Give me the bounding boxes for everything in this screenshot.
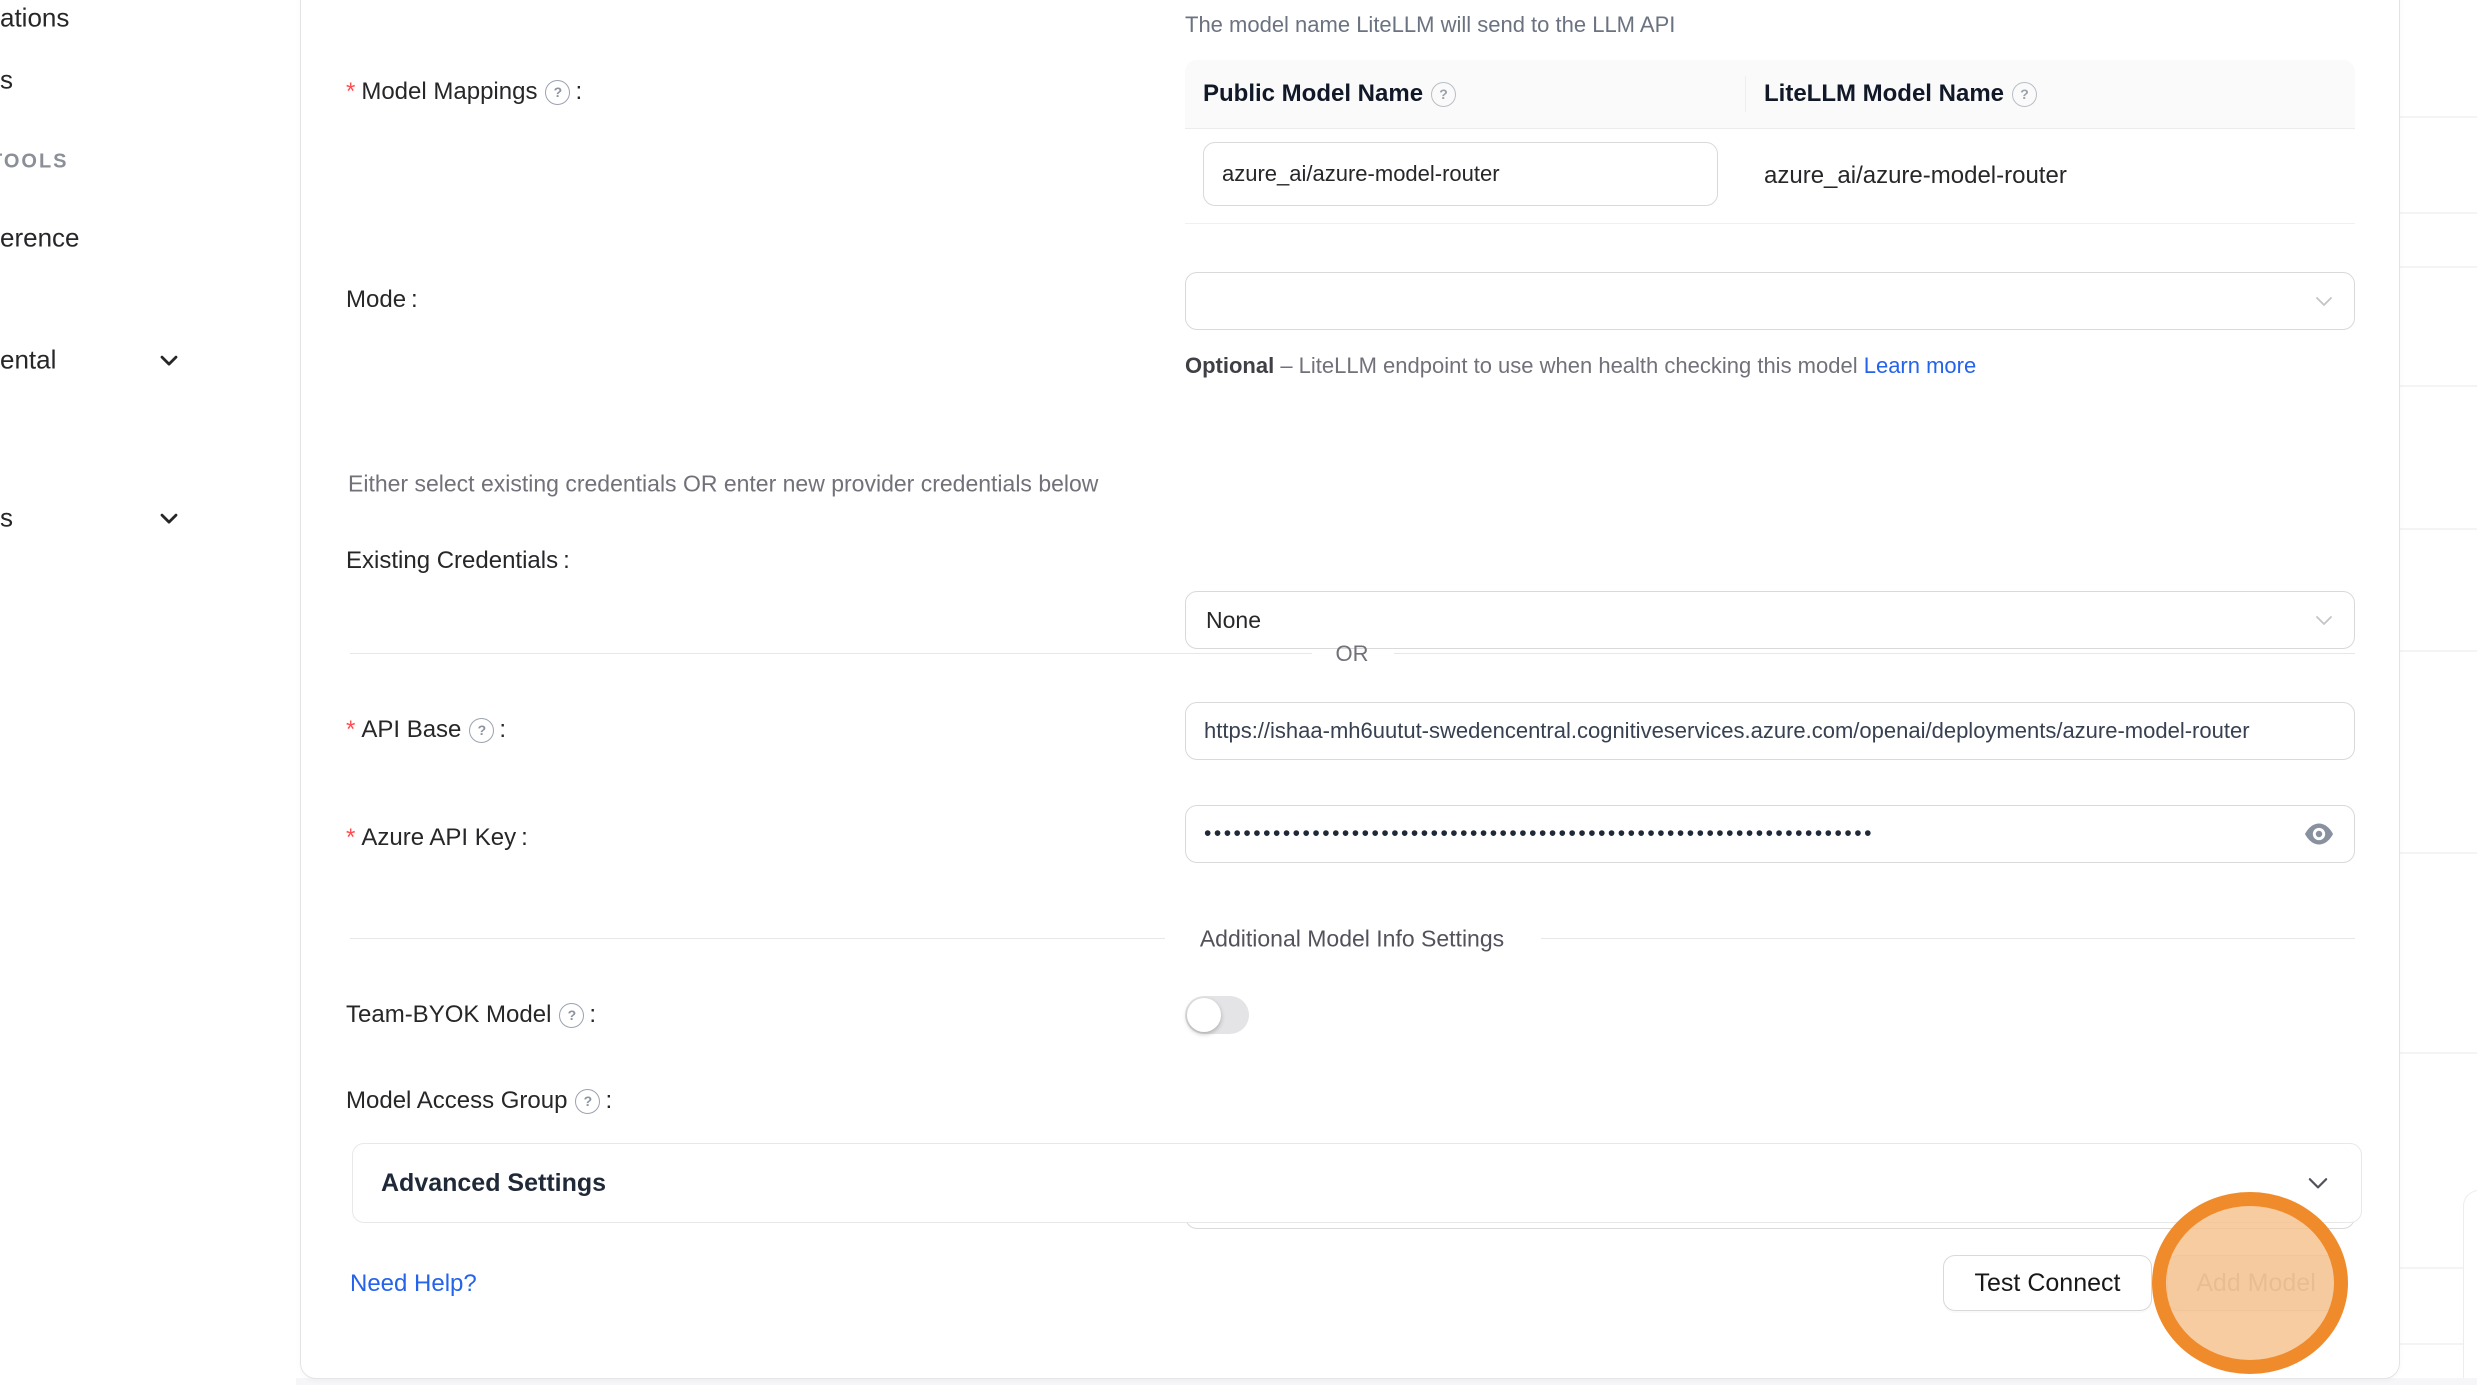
mode-label: Mode : (346, 286, 418, 314)
advanced-settings-panel[interactable]: Advanced Settings (352, 1143, 2362, 1223)
sidebar-item-organizations[interactable]: ations (0, 3, 69, 34)
help-question-icon[interactable]: ? (559, 1003, 584, 1028)
model-mappings-label: * Model Mappings ? : (346, 78, 582, 106)
sidebar-item-inference[interactable]: erence (0, 223, 80, 254)
chevron-down-icon (2312, 289, 2336, 313)
help-question-icon[interactable]: ? (469, 718, 494, 743)
help-question-icon[interactable]: ? (545, 80, 570, 105)
background-row-line (2399, 1052, 2477, 1054)
model-mappings-header: Public Model Name ? LiteLLM Model Name ? (1185, 60, 2355, 129)
team-byok-toggle[interactable] (1185, 996, 1249, 1034)
litellm-model-name-value: azure_ai/azure-model-router (1746, 162, 2067, 190)
help-question-icon[interactable]: ? (1431, 82, 1456, 107)
existing-credentials-label: Existing Credentials : (346, 547, 570, 575)
or-divider-text: OR (1336, 641, 1369, 667)
divider-line (1394, 653, 2355, 654)
required-asterisk: * (346, 78, 355, 106)
mode-help-text: Optional – LiteLLM endpoint to use when … (1185, 346, 2000, 386)
credentials-note: Either select existing credentials OR en… (348, 471, 1098, 498)
learn-more-link[interactable]: Learn more (1864, 353, 1977, 378)
background-row-line (2399, 212, 2477, 214)
api-base-label: * API Base ? : (346, 716, 506, 744)
table-row: azure_ai/azure-model-router azure_ai/azu… (1185, 129, 2355, 224)
chevron-down-icon (2312, 608, 2336, 632)
help-question-icon[interactable]: ? (575, 1089, 600, 1114)
background-row-line (2399, 1343, 2463, 1345)
background-row-line (2399, 385, 2477, 387)
api-base-input[interactable]: https://ishaa-mh6uutut-swedencentral.cog… (1185, 702, 2355, 760)
help-question-icon[interactable]: ? (2012, 82, 2037, 107)
background-row-line (2399, 528, 2477, 530)
background-row-line (2399, 116, 2477, 118)
chevron-down-icon[interactable] (155, 504, 183, 532)
sidebar-item[interactable]: s (0, 503, 13, 534)
divider-line (350, 653, 1312, 654)
chevron-down-icon[interactable] (155, 346, 183, 374)
masked-password-value: ••••••••••••••••••••••••••••••••••••••••… (1204, 822, 2288, 846)
sidebar-item[interactable]: s (0, 65, 13, 96)
background-panel-edge (2463, 1190, 2477, 1385)
azure-api-key-label: * Azure API Key : (346, 824, 528, 852)
mode-select[interactable] (1185, 272, 2355, 330)
litellm-model-name-hint: The model name LiteLLM will send to the … (1185, 12, 1675, 38)
model-access-group-label: Model Access Group ? : (346, 1087, 612, 1115)
background-row-line (2399, 852, 2477, 854)
sidebar-item-experimental[interactable]: ental (0, 345, 56, 376)
advanced-settings-title: Advanced Settings (381, 1169, 606, 1198)
sidebar-section-tools: TOOLS (0, 151, 69, 174)
add-model-button[interactable]: Add Model (2167, 1255, 2345, 1311)
public-model-name-input[interactable]: azure_ai/azure-model-router (1203, 142, 1718, 206)
toggle-knob (1187, 998, 1221, 1032)
required-asterisk: * (346, 824, 355, 852)
column-header-litellm-model-name: LiteLLM Model Name ? (1746, 76, 2355, 112)
team-byok-label: Team-BYOK Model ? : (346, 1001, 596, 1029)
test-connect-button[interactable]: Test Connect (1943, 1255, 2152, 1311)
background-row-line (2399, 266, 2477, 268)
model-mappings-table: Public Model Name ? LiteLLM Model Name ?… (1185, 60, 2355, 224)
page-bottom-strip (296, 1378, 2477, 1385)
section-divider-text: Additional Model Info Settings (1200, 926, 1504, 953)
add-model-page: ations s TOOLS erence ental s The model … (0, 0, 2477, 1385)
eye-icon[interactable] (2302, 820, 2336, 848)
need-help-link[interactable]: Need Help? (350, 1270, 477, 1298)
chevron-down-icon (2303, 1168, 2333, 1198)
background-row-line (2399, 650, 2477, 652)
azure-api-key-input[interactable]: ••••••••••••••••••••••••••••••••••••••••… (1185, 805, 2355, 863)
background-row-line (2399, 1267, 2463, 1269)
required-asterisk: * (346, 716, 355, 744)
column-header-public-model-name: Public Model Name ? (1185, 76, 1746, 112)
divider-line (350, 938, 1165, 939)
divider-line (1541, 938, 2355, 939)
